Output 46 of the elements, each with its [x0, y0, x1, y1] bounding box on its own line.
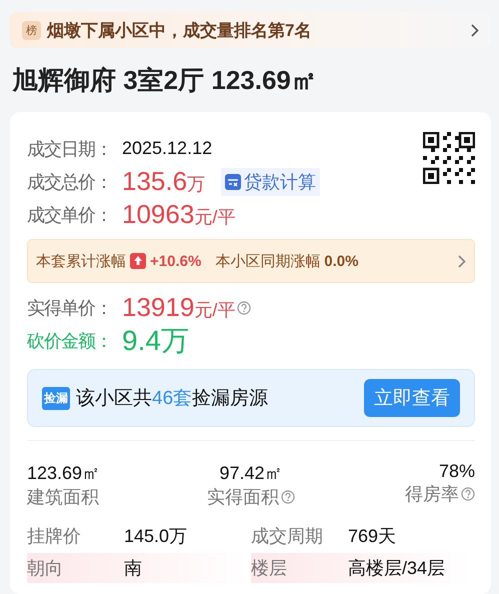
- stat-value: 123.69㎡: [27, 462, 100, 485]
- price-unit: 元/平: [194, 206, 236, 228]
- stat-label: 实得面积: [206, 486, 279, 509]
- chevron-right-icon[interactable]: [458, 254, 466, 268]
- price-unit: 元/平: [194, 298, 236, 322]
- rise-value: +10.6%: [150, 252, 202, 270]
- stat-label: 建筑面积: [27, 486, 99, 509]
- field-label: 砍价金额：: [27, 330, 113, 352]
- qr-code-icon: [423, 132, 475, 184]
- field-label: 成交单价：: [27, 204, 113, 226]
- attribute-label: 朝向: [27, 557, 64, 580]
- price-unit: 万: [187, 172, 206, 196]
- field-label: 成交总价：: [27, 170, 113, 194]
- help-icon[interactable]: [237, 300, 252, 314]
- attribute-value: 769天: [348, 525, 396, 548]
- stat-value: 78%: [438, 461, 475, 482]
- stat-label: 得房率: [404, 483, 459, 506]
- price-value: 135.6: [122, 166, 188, 197]
- calculator-icon: [225, 174, 242, 190]
- bargain-badge: 捡漏: [42, 386, 70, 410]
- attribute-label: 楼层: [251, 557, 288, 580]
- compare-value: 0.0%: [324, 252, 358, 270]
- field-value: 2025.12.12: [122, 138, 212, 159]
- listing-title: 旭辉御府 3室2厅 123.69㎡: [12, 64, 318, 97]
- attribute-label: 挂牌价: [27, 525, 82, 548]
- attribute-value: 高楼层/34层: [348, 557, 446, 580]
- price-value: 13919: [122, 292, 194, 323]
- chevron-right-icon[interactable]: [471, 24, 479, 36]
- field-label: 成交日期：: [27, 138, 113, 160]
- loan-calculator-button[interactable]: 贷款计算: [221, 168, 320, 196]
- price-value: 10963: [122, 199, 194, 230]
- stat-value: 97.42㎡: [219, 462, 283, 485]
- attribute-value: 145.0万: [124, 525, 188, 548]
- view-now-button[interactable]: 立即查看: [364, 379, 460, 417]
- help-icon[interactable]: [460, 487, 475, 501]
- bargain-text: 该小区共46套捡漏房源: [76, 387, 270, 411]
- ranking-text: 烟墩下属小区中，成交量排名第7名: [47, 20, 312, 42]
- price-rise-bar[interactable]: 本套累计涨幅 +10.6% 本小区同期涨幅 0.0%: [27, 239, 475, 283]
- ranking-badge: 榜: [22, 20, 41, 40]
- field-label: 实得单价：: [27, 296, 113, 320]
- discount-value: 9.4万: [122, 324, 189, 358]
- attribute-label: 成交周期: [251, 525, 324, 548]
- rise-label: 本套累计涨幅: [36, 252, 126, 270]
- attribute-value: 南: [124, 557, 142, 580]
- help-icon[interactable]: [280, 490, 295, 504]
- compare-label: 本小区同期涨幅: [215, 252, 320, 270]
